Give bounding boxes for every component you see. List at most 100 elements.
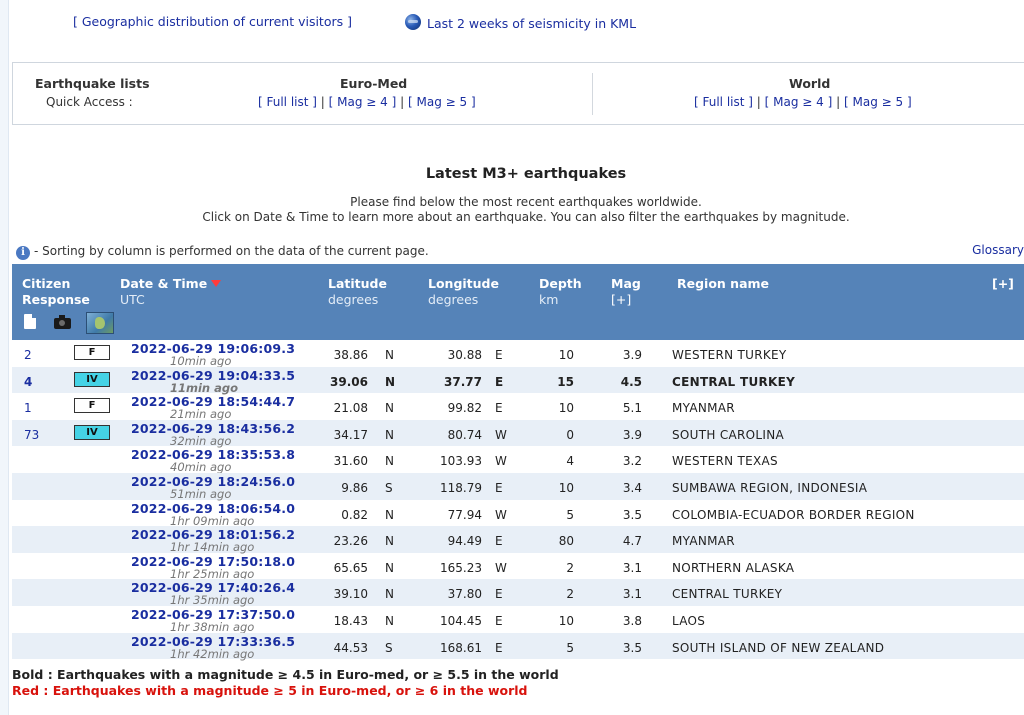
latitude-hemisphere: N bbox=[385, 374, 396, 389]
geographic-distribution-link[interactable]: [ Geographic distribution of current vis… bbox=[73, 14, 352, 29]
depth-value: 80 bbox=[558, 534, 574, 549]
globe-icon bbox=[405, 14, 421, 30]
region-name: MYANMAR bbox=[672, 401, 735, 416]
latitude-hemisphere: S bbox=[385, 640, 393, 655]
citizen-response-count[interactable]: 4 bbox=[24, 375, 32, 389]
longitude-header-label: Longitude bbox=[428, 276, 499, 291]
depth-value: 5 bbox=[566, 507, 574, 522]
date-time-header[interactable]: Date & Time UTC bbox=[120, 276, 222, 308]
glossary-link[interactable]: Glossary bbox=[972, 243, 1024, 257]
magnitude-value: 3.5 bbox=[622, 640, 642, 655]
euromed-full-list-link[interactable]: [ Full list ] bbox=[258, 95, 317, 109]
longitude-hemisphere: E bbox=[495, 640, 503, 655]
intensity-badge[interactable]: IV bbox=[74, 424, 110, 440]
citizen-response-header[interactable]: Citizen Response bbox=[22, 276, 90, 308]
date-header-sub: UTC bbox=[120, 292, 145, 307]
longitude-value: 94.49 bbox=[447, 534, 482, 549]
longitude-value: 168.61 bbox=[440, 640, 482, 655]
magnitude-expand-toggle[interactable]: [+] bbox=[611, 292, 641, 308]
euromed-mag4-link[interactable]: [ Mag ≥ 4 ] bbox=[329, 95, 397, 109]
map-thumbnail-icon[interactable] bbox=[86, 312, 114, 334]
sort-desc-icon[interactable] bbox=[211, 280, 222, 287]
quick-access-divider bbox=[592, 73, 593, 115]
citizen-response-count[interactable]: 73 bbox=[24, 428, 39, 442]
time-ago: 1hr 42min ago bbox=[170, 646, 255, 661]
region-name: LAOS bbox=[672, 614, 706, 628]
region-name: NORTHERN ALASKA bbox=[672, 560, 795, 575]
depth-value: 0 bbox=[566, 427, 574, 442]
longitude-hemisphere: W bbox=[495, 507, 507, 522]
left-sidebar-strip bbox=[0, 0, 9, 715]
camera-icon[interactable] bbox=[54, 315, 71, 329]
intro-text-2: Click on Date & Time to learn more about… bbox=[202, 210, 850, 224]
date-header-label: Date & Time bbox=[120, 276, 208, 291]
magnitude-header[interactable]: Mag [+] bbox=[611, 276, 641, 308]
legend-red: Red : Earthquakes with a magnitude ≥ 5 i… bbox=[12, 683, 528, 698]
longitude-hemisphere: E bbox=[495, 481, 503, 495]
euromed-title: Euro-Med bbox=[340, 76, 408, 91]
depth-value: 10 bbox=[558, 481, 574, 495]
table-row: 2022-06-29 17:37:50.0 1hr 38min ago 18.43 N… bbox=[12, 606, 1024, 634]
region-header-label: Region name bbox=[677, 276, 770, 291]
region-name: WESTERN TURKEY bbox=[672, 348, 787, 362]
magnitude-value: 3.8 bbox=[622, 614, 642, 628]
citizen-header-label: Citizen bbox=[22, 276, 71, 291]
table-row: 1 F 2022-06-29 18:54:44.7 21min ago 21.08 N 99… bbox=[12, 393, 1024, 421]
intensity-badge[interactable]: F bbox=[74, 345, 110, 360]
world-mag5-link[interactable]: [ Mag ≥ 5 ] bbox=[844, 95, 912, 109]
longitude-value: 80.74 bbox=[447, 427, 482, 442]
depth-header-label: Depth bbox=[539, 276, 582, 291]
longitude-hemisphere: E bbox=[495, 587, 503, 602]
world-mag4-link[interactable]: [ Mag ≥ 4 ] bbox=[765, 95, 833, 109]
testimony-document-icon[interactable] bbox=[24, 314, 36, 329]
table-header: Citizen Response Date & Time UTC Latitud… bbox=[12, 264, 1024, 340]
magnitude-value: 3.5 bbox=[622, 507, 642, 522]
response-header-label: Response bbox=[22, 292, 90, 307]
table-row: 2022-06-29 18:35:53.8 40min ago 31.60 N 103.… bbox=[12, 446, 1024, 474]
latitude-hemisphere: N bbox=[385, 587, 394, 602]
world-full-list-link[interactable]: [ Full list ] bbox=[694, 95, 753, 109]
latitude-value: 18.43 bbox=[333, 614, 368, 628]
depth-value: 10 bbox=[558, 401, 574, 416]
magnitude-value: 3.9 bbox=[622, 348, 642, 362]
depth-value: 2 bbox=[566, 587, 574, 602]
longitude-hemisphere: W bbox=[495, 560, 507, 575]
quick-access-label: Quick Access : bbox=[46, 95, 133, 109]
separator: | bbox=[756, 95, 761, 109]
latitude-header[interactable]: Latitude degrees bbox=[328, 276, 387, 308]
kml-seismicity-link[interactable]: Last 2 weeks of seismicity in KML bbox=[427, 16, 636, 31]
longitude-value: 37.80 bbox=[447, 587, 482, 602]
latitude-hemisphere: S bbox=[385, 481, 393, 495]
depth-header[interactable]: Depth km bbox=[539, 276, 582, 308]
separator: | bbox=[836, 95, 841, 109]
region-name: SOUTH CAROLINA bbox=[672, 427, 784, 442]
latitude-value: 65.65 bbox=[333, 560, 368, 575]
magnitude-value: 4.7 bbox=[622, 534, 642, 549]
depth-value: 10 bbox=[558, 348, 574, 362]
longitude-header[interactable]: Longitude degrees bbox=[428, 276, 499, 308]
intensity-badge[interactable]: IV bbox=[74, 371, 110, 387]
longitude-header-sub: degrees bbox=[428, 292, 479, 307]
citizen-response-count[interactable]: 1 bbox=[24, 401, 32, 415]
euromed-mag5-link[interactable]: [ Mag ≥ 5 ] bbox=[408, 95, 476, 109]
latitude-value: 0.82 bbox=[341, 507, 368, 522]
depth-value: 4 bbox=[566, 454, 574, 469]
citizen-response-count[interactable]: 2 bbox=[24, 348, 32, 362]
longitude-value: 103.93 bbox=[440, 454, 482, 469]
info-icon: i bbox=[16, 246, 30, 260]
depth-header-sub: km bbox=[539, 292, 559, 307]
region-header[interactable]: Region name bbox=[677, 276, 769, 292]
table-row: 2022-06-29 17:33:36.5 1hr 42min ago 44.53 S… bbox=[12, 632, 1024, 661]
longitude-hemisphere: E bbox=[495, 614, 503, 628]
table-row: 2022-06-29 18:01:56.2 1hr 14min ago 23.26 N… bbox=[12, 526, 1024, 554]
region-name: CENTRAL TURKEY bbox=[672, 587, 783, 602]
latitude-value: 23.26 bbox=[333, 534, 368, 549]
longitude-hemisphere: W bbox=[495, 454, 507, 469]
latitude-value: 39.10 bbox=[333, 587, 368, 602]
intro-text-1: Please find below the most recent earthq… bbox=[350, 195, 702, 209]
region-name: MYANMAR bbox=[672, 534, 735, 549]
table-row: 2022-06-29 17:40:26.4 1hr 35min ago 39.10 N… bbox=[12, 579, 1024, 607]
expand-columns-toggle[interactable]: [+] bbox=[992, 276, 1014, 292]
kml-link-wrapper[interactable]: Last 2 weeks of seismicity in KML bbox=[405, 14, 636, 31]
intensity-badge[interactable]: F bbox=[74, 398, 110, 414]
